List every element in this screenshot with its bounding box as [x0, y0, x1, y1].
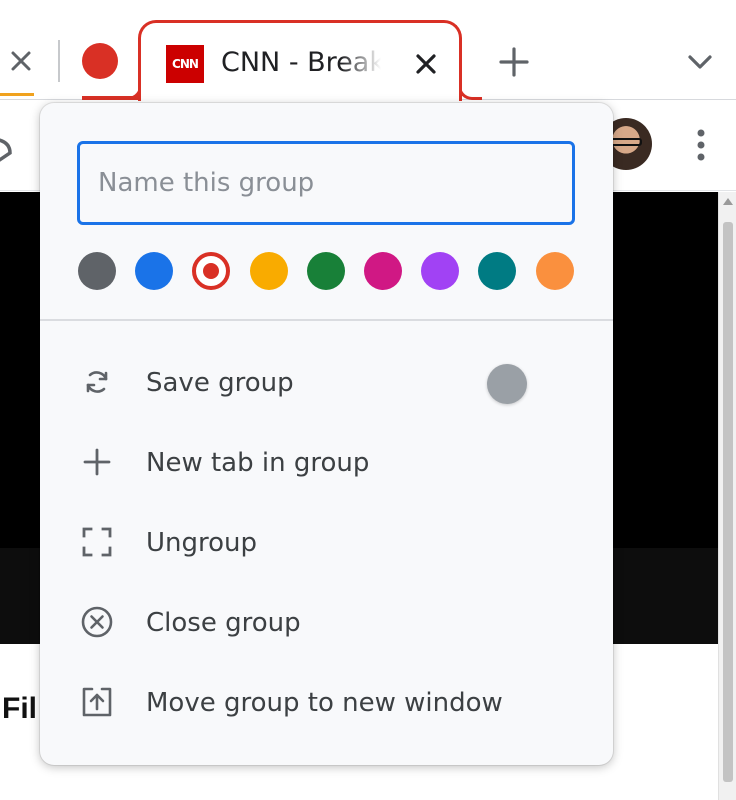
menu-item-label: Move group to new window [146, 688, 503, 718]
color-swatch-green[interactable] [307, 252, 345, 290]
close-group-item[interactable]: Close group [40, 583, 613, 663]
tab-active[interactable]: CNN CNN - Breaking News, Latest News and… [138, 20, 462, 101]
group-name-input[interactable] [77, 141, 575, 225]
ungroup-icon [78, 523, 116, 561]
close-icon[interactable] [409, 47, 443, 81]
color-swatch-blue[interactable] [135, 252, 173, 290]
menu-item-label: Close group [146, 608, 301, 638]
scrollbar[interactable] [718, 192, 736, 800]
tab-strip: CNN CNN - Breaking News, Latest News and… [0, 0, 736, 101]
extension-icon[interactable] [0, 131, 14, 167]
page-headline: Fil [2, 692, 37, 725]
more-options-icon[interactable] [686, 124, 716, 166]
menu-item-label: Ungroup [146, 528, 258, 558]
tab-group-chip[interactable] [82, 43, 118, 79]
menu-item-label: Save group [146, 368, 294, 398]
save-group-toggle[interactable] [487, 364, 527, 404]
new-tab-button[interactable] [494, 42, 534, 82]
color-swatch-orange[interactable] [536, 252, 574, 290]
menu-item-label: New tab in group [146, 448, 370, 478]
save-group-item[interactable]: Save group [40, 343, 613, 423]
scrollbar-thumb[interactable] [723, 222, 733, 782]
color-picker [78, 252, 578, 292]
cnn-favicon-icon: CNN [166, 45, 204, 83]
close-circle-icon [78, 603, 116, 641]
move-window-icon [78, 683, 116, 721]
tab-title: CNN - Breaking News, Latest News and Vid… [221, 47, 381, 78]
avatar-glasses [610, 138, 642, 146]
tab-search-button[interactable] [680, 42, 720, 82]
color-swatch-pink[interactable] [364, 252, 402, 290]
tab-loading-indicator [0, 93, 34, 96]
tab-separator [58, 40, 60, 82]
sync-icon [78, 363, 116, 401]
plus-icon [78, 443, 116, 481]
move-group-item[interactable]: Move group to new window [40, 663, 613, 743]
scroll-up-icon[interactable] [723, 198, 733, 205]
color-swatch-cyan[interactable] [478, 252, 516, 290]
new-tab-in-group-item[interactable]: New tab in group [40, 423, 613, 503]
color-swatch-red[interactable] [192, 252, 230, 290]
color-swatch-grey[interactable] [78, 252, 116, 290]
tab-group-editor: Save group New tab in group Ungroup Clos… [40, 103, 613, 765]
ungroup-item[interactable]: Ungroup [40, 503, 613, 583]
color-swatch-purple[interactable] [421, 252, 459, 290]
divider [40, 319, 613, 321]
color-swatch-yellow[interactable] [250, 252, 288, 290]
close-icon[interactable] [4, 44, 38, 78]
